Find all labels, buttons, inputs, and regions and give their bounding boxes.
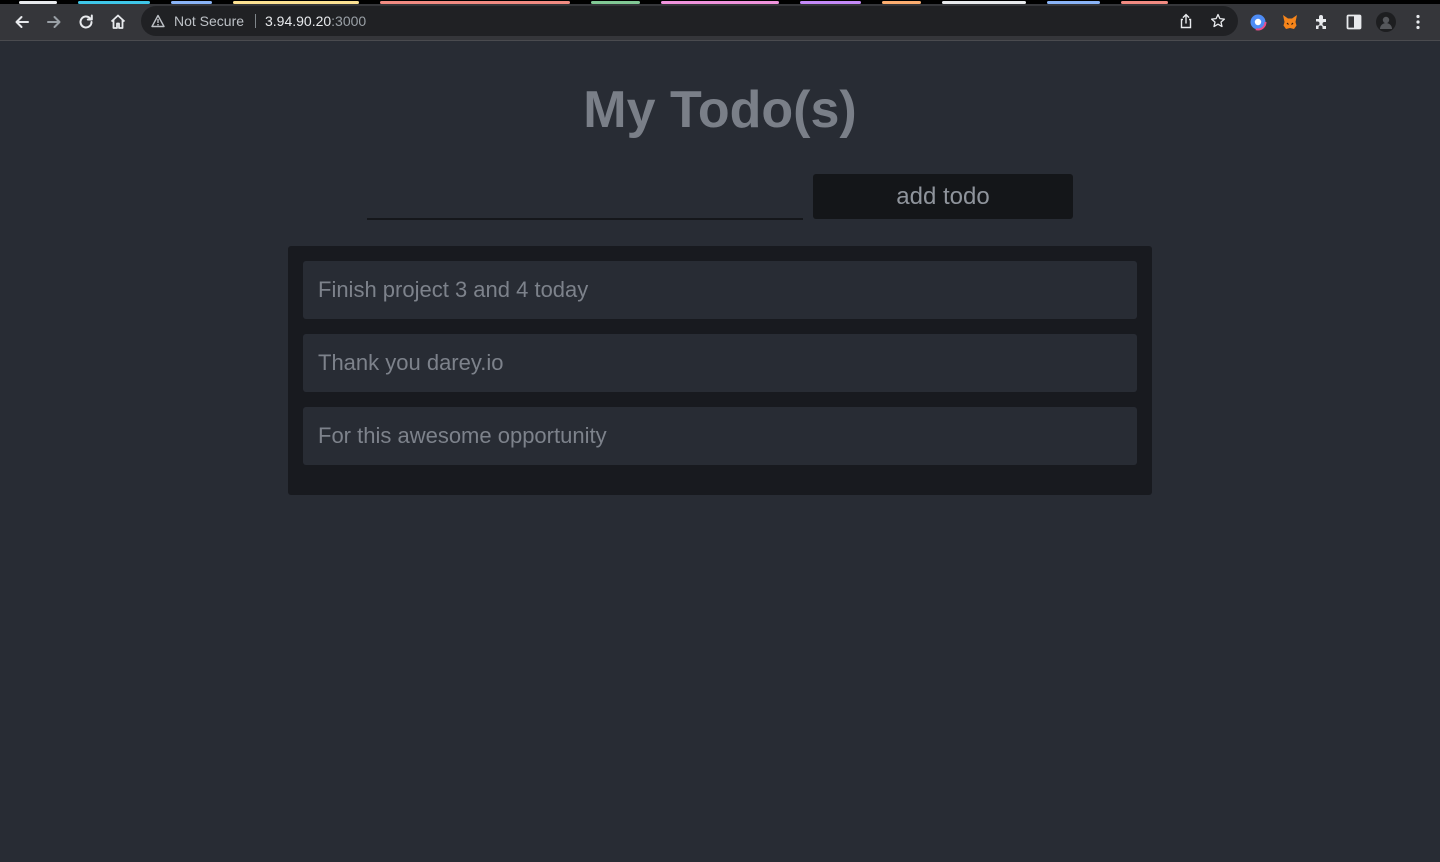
reload-button[interactable]	[74, 10, 98, 34]
security-label[interactable]: Not Secure	[174, 13, 244, 29]
add-todo-button[interactable]: add todo	[813, 174, 1073, 219]
todo-item[interactable]: Finish project 3 and 4 today	[303, 261, 1137, 319]
avatar-icon[interactable]	[1376, 12, 1396, 32]
forward-button[interactable]	[42, 10, 66, 34]
todo-item[interactable]: For this awesome opportunity	[303, 407, 1137, 465]
address-divider	[255, 14, 256, 28]
kebab-menu-icon[interactable]	[1409, 13, 1427, 31]
page-viewport: My Todo(s) add todo Finish project 3 and…	[0, 42, 1440, 862]
home-icon	[110, 14, 126, 29]
todo-list: Finish project 3 and 4 today Thank you d…	[288, 246, 1152, 495]
url-host: 3.94.90.20	[265, 13, 332, 29]
side-panel-icon[interactable]	[1345, 13, 1363, 31]
circle-logo-icon[interactable]	[1249, 13, 1267, 31]
reload-icon	[79, 14, 93, 29]
todo-input[interactable]	[367, 176, 803, 220]
back-button[interactable]	[10, 10, 34, 34]
url-port: :3000	[331, 13, 367, 29]
warning-triangle-icon[interactable]	[151, 14, 165, 28]
todo-item[interactable]: Thank you darey.io	[303, 334, 1137, 392]
home-button[interactable]	[106, 10, 130, 34]
fox-icon[interactable]	[1281, 13, 1299, 31]
page-title: My Todo(s)	[583, 81, 857, 139]
arrow-right-icon	[47, 16, 61, 28]
address-bar[interactable]: Not Secure 3.94.90.20:3000	[141, 6, 1238, 36]
browser-toolbar: Not Secure 3.94.90.20:3000	[0, 4, 1440, 41]
share-icon[interactable]	[1178, 13, 1194, 29]
puzzle-icon[interactable]	[1313, 13, 1331, 31]
arrow-left-icon	[15, 16, 29, 28]
star-icon[interactable]	[1210, 13, 1226, 29]
url-text[interactable]: 3.94.90.20:3000	[265, 13, 366, 29]
